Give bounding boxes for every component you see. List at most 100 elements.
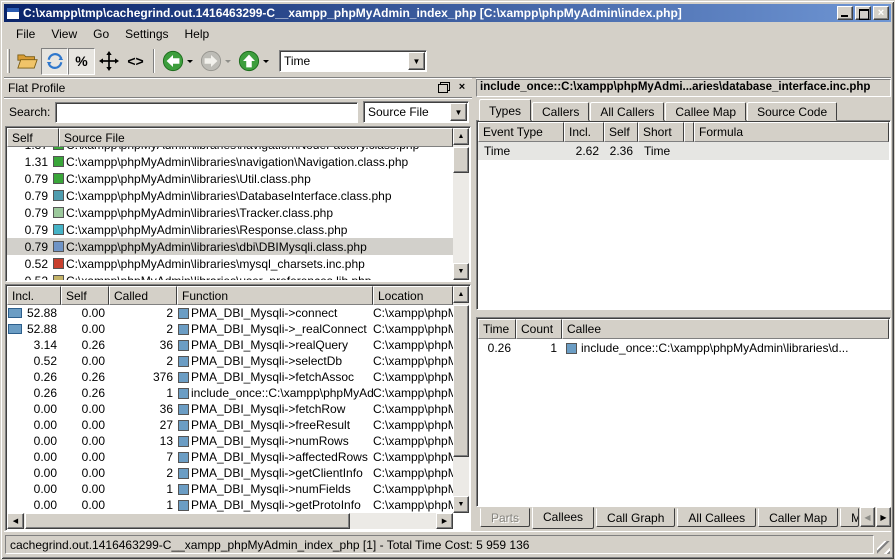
- expand-depth-button[interactable]: <>: [122, 48, 149, 75]
- dock-title-bar[interactable]: Flat Profile ×: [4, 78, 472, 98]
- file-row[interactable]: 0.79C:\xampp\phpMyAdmin\libraries\Util.c…: [7, 170, 453, 187]
- title-bar[interactable]: C:\xampp\tmp\cachegrind.out.1416463299-C…: [4, 4, 891, 22]
- function-row[interactable]: 3.140.2636PMA_DBI_Mysqli->realQueryC:\xa…: [7, 337, 453, 353]
- callee-name: include_once::C:\xampp\phpMyAdmin\librar…: [581, 341, 848, 355]
- file-table-vscrollbar[interactable]: ▲ ▼: [453, 128, 469, 280]
- function-row[interactable]: 0.000.0036PMA_DBI_Mysqli->fetchRowC:\xam…: [7, 401, 453, 417]
- search-input[interactable]: [55, 102, 358, 123]
- column-header-incl[interactable]: Incl.: [564, 122, 604, 142]
- scroll-right-icon[interactable]: ▶: [436, 513, 453, 529]
- tab-all-callees[interactable]: All Callees: [677, 508, 756, 527]
- open-file-button[interactable]: [14, 48, 41, 75]
- scroll-down-icon[interactable]: ▼: [453, 496, 469, 513]
- self-cost-cell: 0.00: [61, 322, 109, 336]
- tab-source-code[interactable]: Source Code: [747, 102, 837, 121]
- file-row[interactable]: 1.31C:\xampp\phpMyAdmin\libraries\naviga…: [7, 153, 453, 170]
- tab-scroll-right-icon[interactable]: ▶: [876, 507, 891, 527]
- function-row[interactable]: 52.880.002PMA_DBI_Mysqli->_realConnectC:…: [7, 321, 453, 337]
- function-row[interactable]: 0.000.002PMA_DBI_Mysqli->getClientInfoC:…: [7, 465, 453, 481]
- scrollbar-thumb[interactable]: [453, 147, 469, 173]
- file-row[interactable]: 0.79C:\xampp\phpMyAdmin\libraries\Respon…: [7, 221, 453, 238]
- move-button[interactable]: [95, 48, 122, 75]
- scroll-up-icon[interactable]: ▲: [453, 286, 469, 303]
- tab-call-graph[interactable]: Call Graph: [596, 508, 675, 527]
- combo-arrow-icon[interactable]: ▼: [450, 103, 467, 121]
- combo-arrow-icon[interactable]: ▼: [408, 52, 425, 70]
- file-row[interactable]: 0.52C:\xampp\phpMyAdmin\libraries\mysql_…: [7, 255, 453, 272]
- column-header-short[interactable]: Short: [638, 122, 684, 142]
- column-header-self[interactable]: Self: [61, 286, 109, 305]
- scrollbar-thumb[interactable]: [453, 305, 469, 457]
- toolbar-handle[interactable]: [7, 49, 10, 73]
- tab-types[interactable]: Types: [479, 99, 531, 121]
- back-button[interactable]: [159, 48, 186, 75]
- function-row[interactable]: 0.000.007PMA_DBI_Mysqli->affectedRowsC:\…: [7, 449, 453, 465]
- function-row[interactable]: 0.000.001PMA_DBI_Mysqli->getProtoInfoC:\…: [7, 497, 453, 513]
- minimize-button[interactable]: [837, 6, 853, 20]
- close-button[interactable]: ×: [873, 6, 889, 20]
- file-row[interactable]: 0.79C:\xampp\phpMyAdmin\libraries\Tracke…: [7, 204, 453, 221]
- function-row[interactable]: 0.260.261include_once::C:\xampp\phpMyAd.…: [7, 385, 453, 401]
- up-button[interactable]: [235, 48, 262, 75]
- menu-settings[interactable]: Settings: [117, 24, 176, 44]
- resize-grip-icon[interactable]: [877, 541, 890, 554]
- function-row[interactable]: 0.260.26376PMA_DBI_Mysqli->fetchAssocC:\…: [7, 369, 453, 385]
- function-name: PMA_DBI_Mysqli->getClientInfo: [191, 466, 363, 480]
- tab-caller-map[interactable]: Caller Map: [758, 508, 838, 527]
- column-header-formula[interactable]: Formula: [694, 122, 889, 142]
- function-row[interactable]: 52.880.002PMA_DBI_Mysqli->connectC:\xamp…: [7, 305, 453, 321]
- dock-float-icon[interactable]: [438, 82, 450, 93]
- reload-button[interactable]: [41, 48, 68, 75]
- column-header-incl[interactable]: Incl.: [7, 286, 61, 305]
- function-table-vscrollbar[interactable]: ▲ ▼: [453, 286, 469, 513]
- scrollbar-thumb[interactable]: [25, 513, 350, 529]
- dock-close-icon[interactable]: ×: [456, 82, 468, 93]
- column-header-function[interactable]: Function: [177, 286, 373, 305]
- function-cell: PMA_DBI_Mysqli->numFields: [177, 482, 373, 496]
- up-dropdown-icon[interactable]: [263, 60, 269, 66]
- menu-go[interactable]: Go: [85, 24, 117, 44]
- column-header-self[interactable]: Self: [604, 122, 638, 142]
- percent-toggle-button[interactable]: %: [68, 48, 95, 75]
- grouping-select[interactable]: Source File ▼: [363, 101, 469, 123]
- event-type-select[interactable]: Time ▼: [279, 50, 427, 72]
- column-header-time[interactable]: Time: [478, 319, 516, 339]
- column-header-event-type[interactable]: Event Type: [478, 122, 564, 142]
- column-header-called[interactable]: Called: [109, 286, 177, 305]
- function-row[interactable]: 0.000.0027PMA_DBI_Mysqli->freeResultC:\x…: [7, 417, 453, 433]
- back-dropdown-icon[interactable]: [187, 60, 193, 66]
- function-row[interactable]: 0.000.0013PMA_DBI_Mysqli->numRowsC:\xamp…: [7, 433, 453, 449]
- tab-all-callers[interactable]: All Callers: [590, 102, 664, 121]
- scroll-up-icon[interactable]: ▲: [453, 128, 469, 145]
- file-row[interactable]: 0.79 C:\xampp\phpMyAdmin\libraries\dbi\DB…: [7, 238, 453, 255]
- tab-callee-map[interactable]: Callee Map: [665, 102, 746, 121]
- location-cell: C:\xampp\phpMy...: [373, 498, 453, 512]
- callee-row[interactable]: 0.261include_once::C:\xampp\phpMyAdmin\l…: [478, 339, 889, 357]
- maximize-button[interactable]: [855, 6, 871, 20]
- scroll-left-icon[interactable]: ◀: [7, 513, 24, 529]
- tab-callers[interactable]: Callers: [532, 102, 589, 121]
- incl-cell: 2.62: [564, 144, 604, 158]
- self-cost-cell: 0.79: [7, 240, 53, 254]
- menu-file[interactable]: File: [8, 24, 43, 44]
- tab-callees[interactable]: Callees: [532, 507, 594, 529]
- menu-view[interactable]: View: [43, 24, 85, 44]
- location-cell: C:\xampp\phpMy...: [373, 434, 453, 448]
- menu-help[interactable]: Help: [177, 24, 218, 44]
- column-header-source-file[interactable]: Source File: [59, 128, 453, 147]
- function-row[interactable]: 0.520.002PMA_DBI_Mysqli->selectDbC:\xamp…: [7, 353, 453, 369]
- column-header-location[interactable]: Location: [373, 286, 453, 305]
- event-type-row[interactable]: Time2.622.36Time: [478, 142, 889, 160]
- source-file-icon: [53, 173, 64, 184]
- function-row[interactable]: 0.000.001PMA_DBI_Mysqli->numFieldsC:\xam…: [7, 481, 453, 497]
- tab-machine[interactable]: Machine: [840, 508, 859, 527]
- column-header-self[interactable]: Self: [7, 128, 59, 147]
- scroll-down-icon[interactable]: ▼: [453, 263, 469, 280]
- file-row[interactable]: 0.79C:\xampp\phpMyAdmin\libraries\Databa…: [7, 187, 453, 204]
- source-file-path: C:\xampp\phpMyAdmin\libraries\dbi\DBIMys…: [65, 240, 367, 254]
- column-header-count[interactable]: Count: [516, 319, 562, 339]
- column-header-callee[interactable]: Callee: [562, 319, 889, 339]
- event-types-view: Event Type Incl. Self Short Formula Time…: [476, 120, 891, 310]
- file-row[interactable]: 0.52C:\xampp\phpMyAdmin\libraries\user_p…: [7, 272, 453, 280]
- function-table-hscrollbar[interactable]: ◀ ▶: [7, 513, 453, 529]
